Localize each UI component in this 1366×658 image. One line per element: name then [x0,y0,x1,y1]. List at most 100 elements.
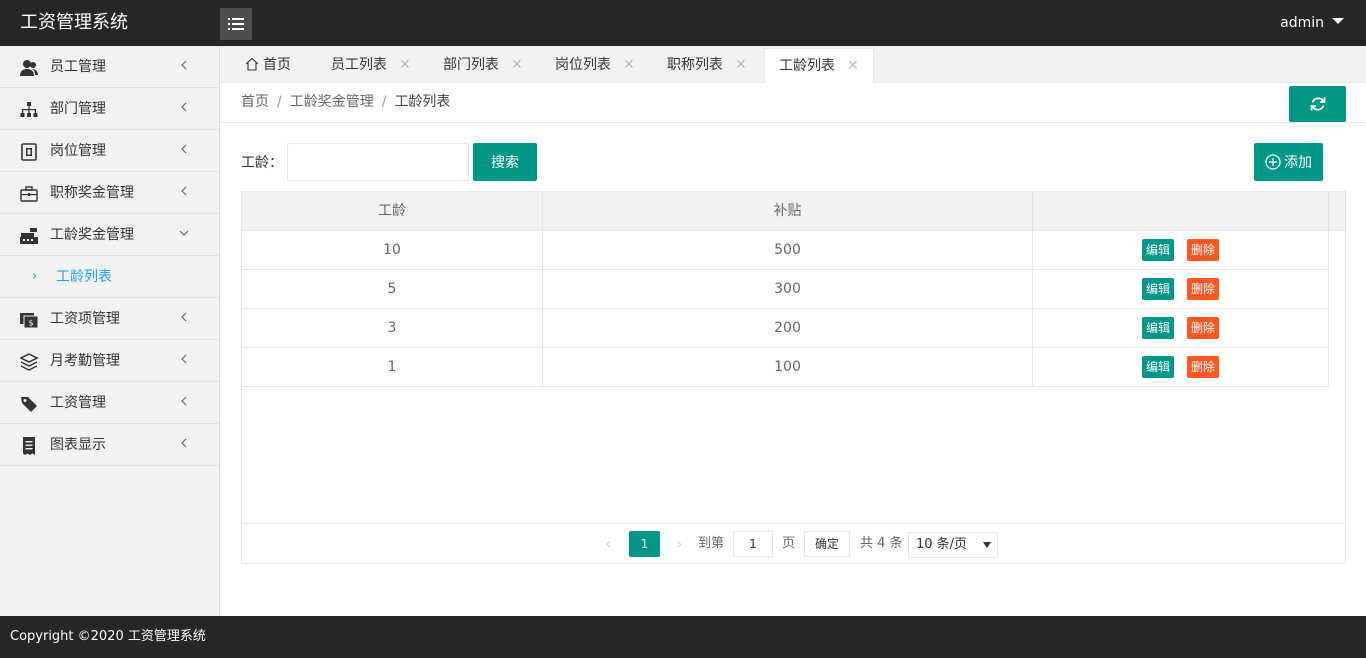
chevron-left-icon [179,438,189,448]
chevron-left-icon [179,354,189,364]
edit-button[interactable]: 编辑 [1141,317,1174,339]
tab-home[interactable]: 首页 [245,48,291,83]
close-icon[interactable]: ✕ [623,48,635,83]
sidebar-subitem-seniority-list[interactable]: › 工龄列表 [0,256,219,298]
breadcrumb-bar: 首页 / 工龄奖金管理 / 工龄列表 [221,83,1366,123]
edit-button[interactable]: 编辑 [1141,239,1174,261]
sidebar-item-label: 工龄奖金管理 [50,227,134,243]
cell-seniority: 5 [242,270,543,308]
chevron-left-icon [179,60,189,70]
cell-allowance: 500 [543,231,1033,269]
caret-down-icon [1332,18,1344,24]
sidebar-item-label: 部门管理 [50,101,106,117]
sidebar-item-charts[interactable]: 图表显示 [0,424,219,466]
tab-title-list[interactable]: 职称列表 ✕ [667,48,747,83]
sidebar-item-title-bonus[interactable]: 职称奖金管理 [0,172,219,214]
sidebar-item-department[interactable]: 部门管理 [0,88,219,130]
tab-position-list[interactable]: 岗位列表 ✕ [555,48,635,83]
money-icon: $ [20,311,38,329]
chevron-left-icon [179,186,189,196]
chevron-left-icon [179,396,189,406]
cell-seniority: 1 [242,348,543,386]
tab-department-list[interactable]: 部门列表 ✕ [443,48,523,83]
cell-actions: 编辑 删除 [1033,270,1329,308]
chevron-down-icon [179,228,189,238]
copyright-text: Copyright ©2020 工资管理系统 [10,629,206,644]
column-header-allowance[interactable]: 补贴 [543,192,1033,231]
caret-down-icon [983,542,991,548]
delete-button[interactable]: 删除 [1187,278,1220,300]
tab-label: 职称列表 [667,57,723,73]
page-number-current[interactable]: 1 [629,531,660,557]
badge-icon [20,143,38,161]
page-size-select[interactable]: 10 条/页 [908,532,998,558]
breadcrumb: 首页 / 工龄奖金管理 / 工龄列表 [241,83,450,121]
total-count: 共 4 条 [860,536,903,551]
add-button[interactable]: 添加 [1254,143,1323,181]
goto-page-input[interactable]: 1 [733,531,773,557]
tab-label: 工龄列表 [779,58,835,74]
pagination: ‹ 1 › 到第 1 页 确定 共 4 条 10 条/页 [242,523,1345,563]
breadcrumb-home[interactable]: 首页 [241,94,269,110]
column-header-actions [1033,192,1329,231]
refresh-icon [1310,97,1325,111]
next-page-button[interactable]: › [676,524,682,564]
delete-button[interactable]: 删除 [1187,239,1220,261]
seniority-search-input[interactable] [287,143,469,181]
sidebar-item-position[interactable]: 岗位管理 [0,130,219,172]
menu-toggle-button[interactable] [220,8,252,40]
table-row: 3 200 编辑 删除 [242,309,1329,348]
chevron-left-icon [179,102,189,112]
sidebar-item-label: 图表显示 [50,437,106,453]
cell-allowance: 300 [543,270,1033,308]
user-menu[interactable]: admin [1280,0,1344,46]
column-header-seniority[interactable]: 工龄 [242,192,543,231]
chevron-right-icon: › [32,269,38,284]
user-name: admin [1280,15,1324,31]
page-size-value: 10 条/页 [916,537,968,552]
cell-actions: 编辑 删除 [1033,231,1329,269]
cell-actions: 编辑 删除 [1033,348,1329,386]
tab-seniority-list[interactable]: 工龄列表 ✕ [764,48,874,84]
sidebar-item-label: 岗位管理 [50,143,106,159]
sidebar-item-attendance[interactable]: 月考勤管理 [0,340,219,382]
search-label: 工龄： [241,155,283,171]
edit-button[interactable]: 编辑 [1141,278,1174,300]
delete-button[interactable]: 删除 [1187,356,1220,378]
sidebar-item-salary-items[interactable]: $ 工资项管理 [0,298,219,340]
sidebar: 员工管理 部门管理 岗位管理 职称奖金管理 工龄奖金管理 › 工龄列表 $ 工资… [0,46,220,616]
app-brand: 工资管理系统 [20,12,128,33]
list-icon [228,18,244,30]
breadcrumb-separator: / [277,94,282,110]
sidebar-item-seniority-bonus[interactable]: 工龄奖金管理 [0,214,219,256]
chevron-left-icon [179,144,189,154]
delete-button[interactable]: 删除 [1187,317,1220,339]
sidebar-item-label: 员工管理 [50,59,106,75]
tab-label: 部门列表 [443,57,499,73]
cell-seniority: 10 [242,231,543,269]
refresh-button[interactable] [1289,86,1346,122]
plus-circle-icon [1265,154,1281,170]
goto-confirm-button[interactable]: 确定 [804,531,850,557]
cell-allowance: 200 [543,309,1033,347]
breadcrumb-section[interactable]: 工龄奖金管理 [290,94,374,110]
tab-employee-list[interactable]: 员工列表 ✕ [331,48,411,83]
sitemap-icon [20,101,38,119]
close-icon[interactable]: ✕ [735,48,747,83]
edit-button[interactable]: 编辑 [1141,356,1174,378]
goto-label: 到第 [698,536,725,551]
close-icon[interactable]: ✕ [511,48,523,83]
tab-label: 首页 [263,57,291,73]
close-icon[interactable]: ✕ [847,49,859,84]
footer: Copyright ©2020 工资管理系统 [0,616,1366,658]
cell-actions: 编辑 删除 [1033,309,1329,347]
close-icon[interactable]: ✕ [399,48,411,83]
search-button[interactable]: 搜索 [473,143,537,181]
sidebar-item-salary[interactable]: 工资管理 [0,382,219,424]
sidebar-item-employee[interactable]: 员工管理 [0,46,219,88]
cash-register-icon [20,227,38,245]
sidebar-item-label: 职称奖金管理 [50,185,134,201]
sidebar-subitem-label: 工龄列表 [56,269,112,285]
sidebar-item-label: 工资管理 [50,395,106,411]
prev-page-button[interactable]: ‹ [605,524,611,564]
